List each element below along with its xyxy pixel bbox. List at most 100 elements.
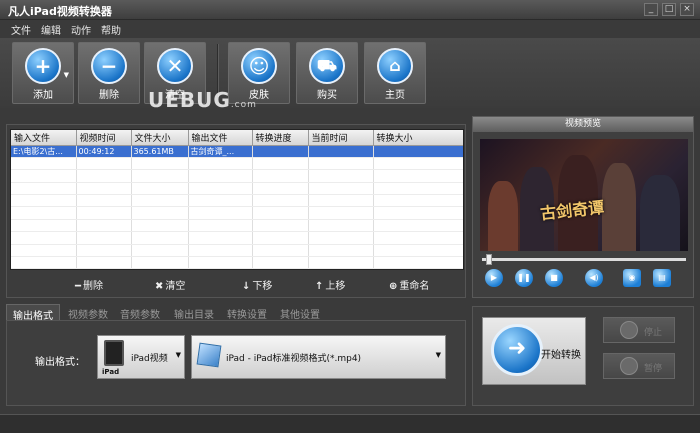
window-controls: _ □ × bbox=[644, 3, 694, 16]
move-up-button[interactable]: ↑ 上移 bbox=[315, 277, 345, 292]
list-delete-label: 删除 bbox=[83, 281, 104, 292]
folder-icon[interactable]: ▤ bbox=[653, 269, 671, 287]
column-header[interactable]: 输出文件 bbox=[188, 130, 253, 146]
file-table[interactable]: 输入文件 视频时间 文件大小 输出文件 转换进度 当前时间 转换大小 E:\电影… bbox=[10, 129, 464, 270]
volume-icon[interactable]: ◀) bbox=[585, 269, 603, 287]
pause-button[interactable]: 暂停 bbox=[603, 353, 675, 379]
move-down-button[interactable]: ↓ 下移 bbox=[242, 277, 272, 292]
column-header[interactable]: 转换大小 bbox=[373, 130, 463, 146]
empty-row bbox=[11, 157, 463, 171]
play-icon[interactable]: ▶ bbox=[485, 269, 503, 287]
x-icon: ✕ bbox=[157, 48, 193, 84]
tab-audio-params[interactable]: 音频参数 bbox=[114, 304, 166, 321]
settings-tabs: 输出格式 视频参数 音频参数 输出目录 转换设置 其他设置 bbox=[6, 304, 466, 322]
device-value: iPad视频 bbox=[131, 354, 168, 364]
format-value: iPad - iPad标准视频格式(*.mp4) bbox=[226, 354, 362, 364]
video-preview-panel: 视频预览 古剑奇谭 ▶ ❚❚ ■ ◀) ◉ ▤ bbox=[472, 116, 694, 298]
home-icon: ⌂ bbox=[377, 48, 413, 84]
list-delete-button[interactable]: ━ 删除 bbox=[75, 277, 103, 292]
home-button[interactable]: ⌂ 主页 bbox=[364, 42, 426, 104]
watermark-sub: .com bbox=[230, 100, 257, 110]
tab-output-format[interactable]: 输出格式 bbox=[6, 304, 60, 322]
ipad-icon bbox=[104, 340, 124, 366]
empty-row bbox=[11, 231, 463, 245]
menu-file[interactable]: 文件 bbox=[6, 20, 36, 38]
menu-action[interactable]: 动作 bbox=[66, 20, 96, 38]
menu-edit[interactable]: 编辑 bbox=[36, 20, 66, 38]
move-up-label: 上移 bbox=[325, 281, 346, 292]
table-cell bbox=[252, 145, 309, 158]
rename-label: 重命名 bbox=[399, 281, 430, 292]
buy-label: 购买 bbox=[317, 90, 337, 101]
dropdown-arrow-icon[interactable]: ▼ bbox=[64, 71, 69, 79]
close-button[interactable]: × bbox=[680, 3, 694, 16]
plus-circle-icon: ⊕ bbox=[389, 281, 398, 292]
empty-row bbox=[11, 256, 463, 269]
device-icon-label: iPad bbox=[102, 368, 120, 376]
list-operations: ━ 删除 ✖ 清空 ↓ 下移 ↑ 上移 ⊕ 重命名 bbox=[7, 275, 467, 295]
snapshot-icon[interactable]: ◉ bbox=[623, 269, 641, 287]
column-header[interactable]: 输入文件 bbox=[11, 130, 77, 146]
x-icon: ✖ bbox=[155, 281, 164, 292]
empty-row bbox=[11, 206, 463, 220]
column-header[interactable]: 当前时间 bbox=[308, 130, 374, 146]
device-select[interactable]: iPad iPad视频 ▼ bbox=[97, 335, 185, 379]
action-panel: ➜ 开始转换 停止 暂停 bbox=[472, 306, 694, 406]
convert-arrow-icon: ➜ bbox=[491, 324, 543, 376]
empty-row bbox=[11, 194, 463, 208]
maximize-button[interactable]: □ bbox=[662, 3, 676, 16]
tab-convert-settings[interactable]: 转换设置 bbox=[221, 304, 273, 321]
column-header[interactable]: 视频时间 bbox=[76, 130, 132, 146]
stop-button[interactable]: 停止 bbox=[603, 317, 675, 343]
preview-screen: 古剑奇谭 bbox=[480, 139, 688, 251]
column-header[interactable]: 文件大小 bbox=[131, 130, 189, 146]
buy-button[interactable]: ⛟ 购买 bbox=[296, 42, 358, 104]
output-format-panel: 输出格式： iPad iPad视频 ▼ iPad - iPad标准视频格式(*.… bbox=[6, 320, 466, 406]
app-title: 凡人iPad视频转换器 bbox=[8, 5, 112, 18]
pause-label: 暂停 bbox=[644, 364, 663, 374]
format-select[interactable]: iPad - iPad标准视频格式(*.mp4) ▼ bbox=[191, 335, 446, 379]
table-cell bbox=[373, 145, 463, 158]
tab-other-settings[interactable]: 其他设置 bbox=[274, 304, 326, 321]
cube-icon bbox=[196, 342, 222, 368]
pause-icon[interactable]: ❚❚ bbox=[515, 269, 533, 287]
list-clear-button[interactable]: ✖ 清空 bbox=[155, 277, 185, 292]
figure-shape bbox=[640, 175, 680, 251]
empty-row bbox=[11, 244, 463, 258]
figure-shape bbox=[488, 181, 518, 251]
menu-help[interactable]: 帮助 bbox=[96, 20, 126, 38]
arrow-up-icon: ↑ bbox=[315, 281, 324, 292]
toolbar: + 添加 ▼ − 删除 ✕ 清空 ☺ 皮肤 ⛟ 购买 ⌂ 主页 bbox=[0, 38, 700, 108]
dropdown-arrow-icon: ▼ bbox=[175, 351, 181, 359]
home-label: 主页 bbox=[385, 90, 405, 101]
cart-icon: ⛟ bbox=[309, 48, 345, 84]
empty-row bbox=[11, 182, 463, 196]
tab-output-dir[interactable]: 输出目录 bbox=[168, 304, 220, 321]
title-bar: 凡人iPad视频转换器 _ □ × bbox=[0, 0, 700, 20]
minimize-button[interactable]: _ bbox=[644, 3, 658, 16]
add-button[interactable]: + 添加 ▼ bbox=[12, 42, 74, 104]
seek-bar[interactable] bbox=[482, 254, 686, 265]
stop-icon bbox=[620, 321, 638, 339]
menu-bar: 文件 编辑 动作 帮助 bbox=[0, 20, 700, 38]
column-header[interactable]: 转换进度 bbox=[252, 130, 309, 146]
watermark: UEBUG.com bbox=[148, 88, 257, 112]
table-header: 输入文件 视频时间 文件大小 输出文件 转换进度 当前时间 转换大小 bbox=[11, 130, 463, 146]
table-cell bbox=[308, 145, 374, 158]
tab-video-params[interactable]: 视频参数 bbox=[62, 304, 114, 321]
pause-icon bbox=[620, 357, 638, 375]
table-cell: 00:49:12 bbox=[76, 145, 132, 158]
table-row[interactable]: E:\电影2\古... 00:49:12 365.61MB 古剑奇谭_... bbox=[11, 145, 463, 158]
output-format-label: 输出格式： bbox=[35, 357, 85, 368]
plus-icon: + bbox=[25, 48, 61, 84]
minus-icon: ━ bbox=[75, 281, 82, 292]
table-cell: 365.61MB bbox=[131, 145, 189, 158]
seek-knob[interactable] bbox=[485, 254, 492, 265]
preview-title: 视频预览 bbox=[473, 117, 693, 132]
rename-button[interactable]: ⊕ 重命名 bbox=[389, 277, 429, 292]
remove-label: 删除 bbox=[99, 90, 119, 101]
start-convert-button[interactable]: ➜ 开始转换 bbox=[482, 317, 586, 385]
smiley-icon: ☺ bbox=[241, 48, 277, 84]
remove-button[interactable]: − 删除 bbox=[78, 42, 140, 104]
stop-icon[interactable]: ■ bbox=[545, 269, 563, 287]
